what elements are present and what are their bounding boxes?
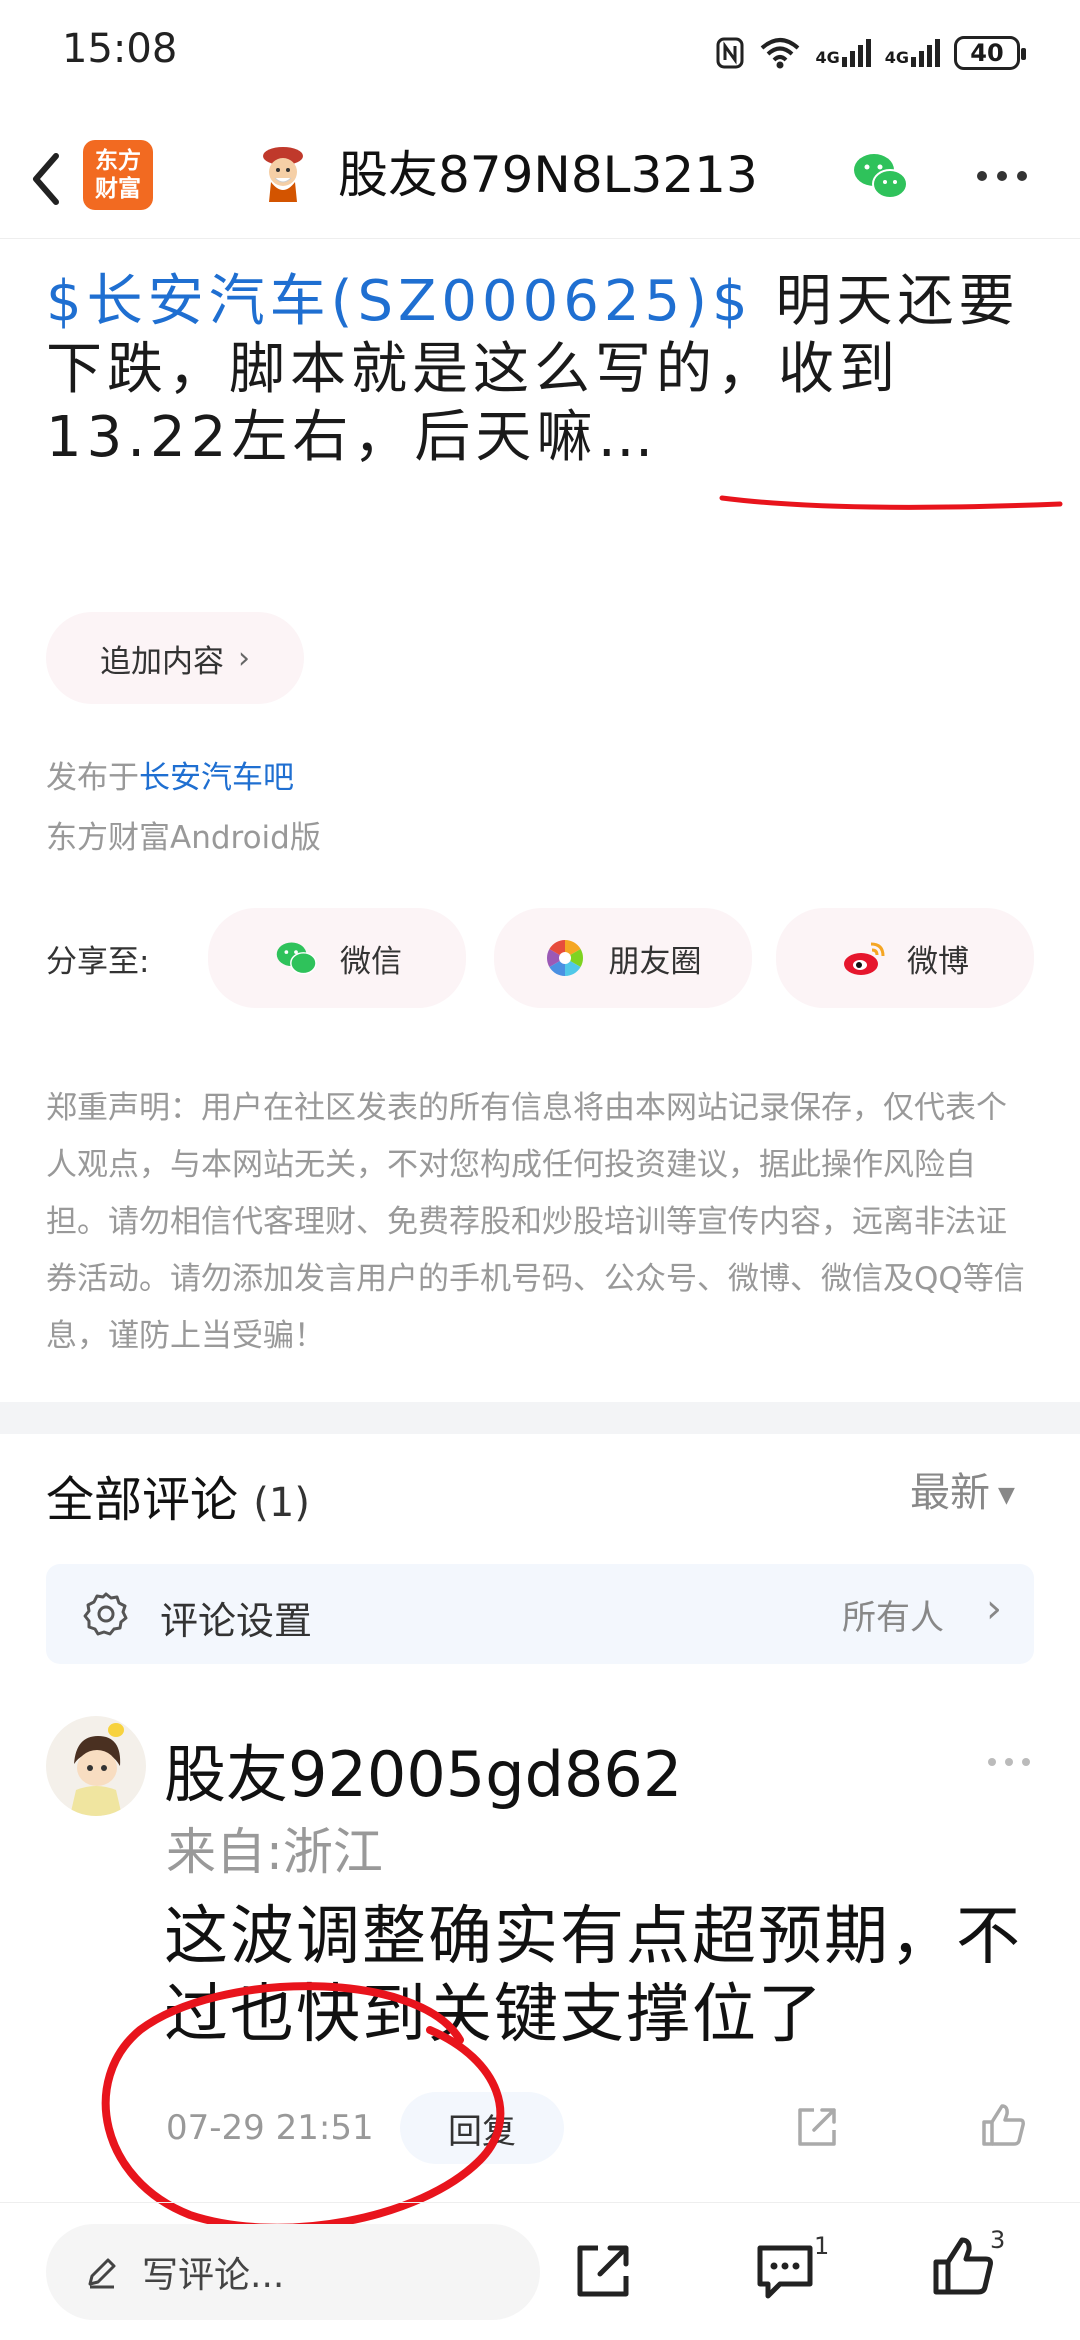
chevron-right-icon: › [238, 640, 250, 676]
page-title: 股友879N8L3213 [338, 146, 758, 204]
red-underline-annotation [719, 495, 1063, 510]
comment-icon[interactable] [754, 2240, 816, 2302]
signal-1-icon: 4G [815, 39, 871, 67]
add-content-button[interactable]: 追加内容 › [46, 612, 304, 704]
user-avatar-icon[interactable] [253, 142, 313, 208]
nfc-icon [716, 37, 744, 69]
section-divider [0, 1402, 1080, 1434]
like-icon[interactable] [930, 2234, 996, 2300]
wifi-icon [761, 38, 800, 69]
stock-tag-link[interactable]: $长安汽车(SZ000625)$ [46, 269, 753, 334]
disclaimer-text: 郑重声明：用户在社区发表的所有信息将由本网站记录保存，仅代表个人观点，与本网站无… [46, 1090, 1025, 1354]
commenter-avatar[interactable] [46, 1716, 146, 1816]
stock-bar-link[interactable]: 长安汽车吧 [139, 760, 294, 796]
back-arrow-icon[interactable] [20, 144, 80, 214]
commenter-name[interactable]: 股友92005gd862 [164, 1724, 682, 1814]
gear-icon [83, 1592, 128, 1636]
comments-count: (1) [253, 1480, 310, 1526]
comment-share-icon[interactable] [794, 2104, 840, 2150]
moments-icon [546, 940, 583, 976]
like-count-badge: 3 [990, 2226, 1006, 2254]
status-icons: 4G 4G 40 [715, 30, 1026, 76]
comments-title: 全部评论 (1) [46, 1472, 310, 1528]
share-wechat-button[interactable]: 微信 [208, 908, 466, 1008]
share-weibo-button[interactable]: 微博 [776, 908, 1034, 1008]
share-label: 分享至: [46, 944, 150, 980]
commenter-location: 来自:浙江 [166, 1823, 383, 1881]
share-icon[interactable] [572, 2240, 634, 2302]
comment-settings-label: 评论设置 [160, 1599, 313, 1643]
eastmoney-logo[interactable]: 东方 财富 [83, 140, 153, 210]
top-nav: 东方 财富 股友879N8L3213 [0, 120, 1080, 239]
wechat-share-icon[interactable] [848, 144, 912, 208]
dropdown-triangle-icon: ▼ [998, 1482, 1015, 1508]
comment-more-icon[interactable] [986, 1756, 1032, 1768]
share-moments-button[interactable]: 朋友圈 [494, 908, 752, 1008]
wechat-icon [276, 942, 317, 975]
sort-dropdown[interactable]: 最新 ▼ [910, 1460, 1015, 1518]
battery-icon: 40 [954, 36, 1026, 70]
write-comment-input[interactable]: 写评论... [46, 2224, 540, 2320]
bottom-separator [0, 2202, 1080, 2203]
client-source: 东方财富Android版 [46, 820, 321, 856]
weibo-icon [844, 942, 885, 975]
comment-settings-row[interactable]: 评论设置 所有人 › [46, 1564, 1034, 1664]
comment-like-icon[interactable] [978, 2100, 1028, 2150]
cartoon-avatar-icon [70, 1723, 124, 1816]
comment-settings-value: 所有人 [842, 1598, 944, 1638]
pencil-icon [88, 2258, 116, 2289]
comment-count-badge: 1 [814, 2232, 830, 2260]
more-options-icon[interactable] [974, 168, 1030, 184]
published-in: 发布于长安汽车吧 [46, 760, 294, 796]
status-time: 15:08 [62, 26, 178, 72]
red-circle-annotation [101, 1982, 505, 2232]
signal-2-icon: 4G [885, 39, 940, 67]
chevron-right-icon: › [986, 1586, 1002, 1632]
post-content: $长安汽车(SZ000625)$ 明天还要下跌，脚本就是这么写的，收到13.22… [46, 268, 1046, 472]
